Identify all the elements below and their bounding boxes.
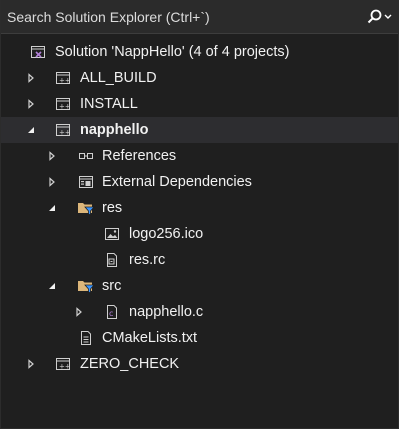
external-dependencies-icon xyxy=(77,173,95,191)
tree-item-label: Solution 'NappHello' (4 of 4 projects) xyxy=(55,44,290,60)
tree-item-napphello[interactable]: ++ napphello xyxy=(1,117,398,143)
text-file-icon xyxy=(77,329,95,347)
search-bar[interactable]: Search Solution Explorer (Ctrl+`) xyxy=(1,0,398,34)
svg-text:++: ++ xyxy=(59,363,71,371)
tree-item-napphello-c[interactable]: c napphello.c xyxy=(1,299,398,325)
tree-item-label: res xyxy=(102,200,123,216)
tree-item-install[interactable]: ++ INSTALL xyxy=(1,91,398,117)
collapse-chevron-icon[interactable] xyxy=(25,124,37,136)
collapse-chevron-icon[interactable] xyxy=(46,280,58,292)
project-icon: ++ xyxy=(54,355,72,373)
svg-text:c: c xyxy=(109,309,113,318)
tree-item-logo256[interactable]: logo256.ico xyxy=(1,221,398,247)
svg-text:++: ++ xyxy=(59,77,71,85)
tree-item-src-filter[interactable]: src xyxy=(1,273,398,299)
tree-item-label: References xyxy=(102,148,177,164)
tree-item-res-filter[interactable]: res xyxy=(1,195,398,221)
search-input[interactable]: Search Solution Explorer (Ctrl+`) xyxy=(7,9,366,25)
solution-explorer-panel: Search Solution Explorer (Ctrl+`) Soluti… xyxy=(0,0,399,429)
solution-tree: Solution 'NappHello' (4 of 4 projects) +… xyxy=(1,39,398,377)
tree-item-label: External Dependencies xyxy=(102,174,252,190)
image-file-icon xyxy=(103,225,121,243)
tree-item-solution[interactable]: Solution 'NappHello' (4 of 4 projects) xyxy=(1,39,398,65)
tree-item-label: CMakeLists.txt xyxy=(102,330,198,346)
tree-item-label: INSTALL xyxy=(80,96,138,112)
tree-item-references[interactable]: References xyxy=(1,143,398,169)
tree-item-res-rc[interactable]: res.rc xyxy=(1,247,398,273)
tree-item-label: src xyxy=(102,278,122,294)
expand-chevron-icon[interactable] xyxy=(73,306,85,318)
project-icon: ++ xyxy=(54,69,72,87)
references-icon xyxy=(77,147,95,165)
tree-item-label: res.rc xyxy=(129,252,166,268)
expand-chevron-icon[interactable] xyxy=(25,358,37,370)
svg-text:++: ++ xyxy=(59,103,71,111)
svg-text:++: ++ xyxy=(59,129,71,137)
tree-item-zero-check[interactable]: ++ ZERO_CHECK xyxy=(1,351,398,377)
tree-item-label: napphello xyxy=(80,122,149,138)
c-file-icon: c xyxy=(103,303,121,321)
project-icon: ++ xyxy=(54,95,72,113)
tree-item-label: napphello.c xyxy=(129,304,204,320)
filter-folder-icon xyxy=(77,199,95,217)
filter-folder-icon xyxy=(77,277,95,295)
tree-item-all-build[interactable]: ++ ALL_BUILD xyxy=(1,65,398,91)
tree-item-external-dependencies[interactable]: External Dependencies xyxy=(1,169,398,195)
tree-item-label: ALL_BUILD xyxy=(80,70,157,86)
tree-item-label: ZERO_CHECK xyxy=(80,356,180,372)
solution-icon xyxy=(29,43,47,61)
expand-chevron-icon[interactable] xyxy=(46,176,58,188)
project-icon: ++ xyxy=(54,121,72,139)
expand-chevron-icon[interactable] xyxy=(25,98,37,110)
tree-item-cmakelists[interactable]: CMakeLists.txt xyxy=(1,325,398,351)
collapse-chevron-icon[interactable] xyxy=(46,202,58,214)
resource-file-icon xyxy=(103,251,121,269)
search-icon[interactable] xyxy=(366,7,392,27)
tree-item-label: logo256.ico xyxy=(129,226,204,242)
search-options-chevron-icon xyxy=(384,14,392,19)
expand-chevron-icon[interactable] xyxy=(25,72,37,84)
expand-chevron-icon[interactable] xyxy=(46,150,58,162)
